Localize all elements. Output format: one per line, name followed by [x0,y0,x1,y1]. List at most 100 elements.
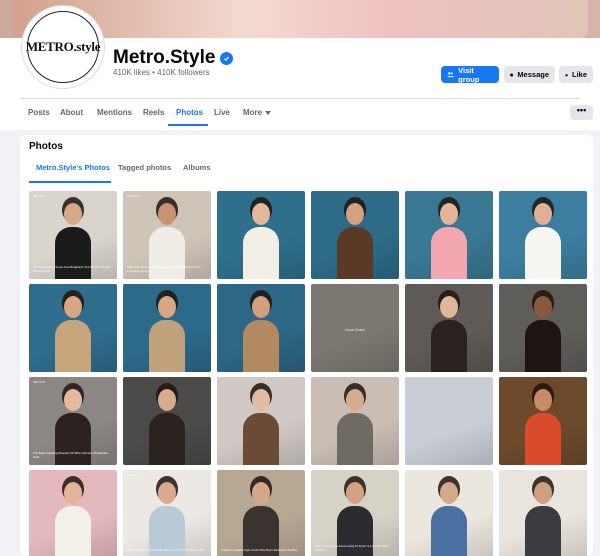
photo-subject-face [158,482,176,504]
photo-thumbnail[interactable] [405,284,493,372]
sub-tab-indicator [29,181,111,183]
tab-albums[interactable]: Albums [183,163,211,172]
photo-thumbnail[interactable] [217,377,305,465]
like-label: Like [571,70,587,79]
photo-thumbnail[interactable] [405,191,493,279]
group-icon [447,72,454,78]
avatar-logo: METRO.style [26,11,100,83]
tab-reels[interactable]: Reels [143,108,164,117]
photo-subject-face [440,296,458,318]
photo-logo: METRO [127,194,140,198]
caret-down-icon [265,110,272,115]
photo-thumbnail[interactable] [499,191,587,279]
photo-caption: The Most Stunning Beauties Of Miss Unive… [33,451,108,459]
photo-thumbnail[interactable]: METRO 10 Things About Seven Jose Burghard… [29,191,117,279]
photo-subject-face [158,296,176,318]
tab-live[interactable]: Live [214,108,230,117]
photo-logo: METRO [33,380,46,384]
photo-caption: Truth and Style: The Glamorous Gowns of … [127,548,204,552]
photo-thumbnail[interactable] [405,470,493,556]
photo-thumbnail[interactable]: METRO Truth and Style: The Glamorous Gown… [123,470,211,556]
photo-thumbnail[interactable] [29,470,117,556]
photo-thumbnail[interactable] [123,284,211,372]
tab-more-label: More [243,108,263,117]
photo-subject [337,413,373,465]
photo-thumbnail[interactable]: Tribute to Manila Style Icons Who Have R… [217,470,305,556]
photo-subject [431,227,467,279]
tab-page-photos[interactable]: Metro.Style's Photos [36,163,110,172]
page-title: Metro.Style [113,47,234,69]
photo-subject [149,413,185,465]
tab-posts[interactable]: Posts [28,108,50,117]
photo-subject-face [346,482,364,504]
photo-subject-face [440,482,458,504]
photo-subject-face [64,296,82,318]
photo-thumbnail[interactable] [311,377,399,465]
photo-thumbnail[interactable] [217,191,305,279]
photo-subject [525,227,561,279]
photo-subject-face [346,203,364,225]
avatar[interactable]: METRO.style [22,6,104,88]
photo-subject [525,320,561,372]
photo-subject [337,227,373,279]
photo-subject-face [64,203,82,225]
photo-thumbnail[interactable] [311,191,399,279]
photo-subject [431,506,467,556]
thumbs-up-icon [565,73,568,76]
tab-mentions[interactable]: Mentions [97,108,132,117]
tab-more[interactable]: More [243,108,272,117]
photo-subject-face [534,203,552,225]
photo-subject-face [252,482,270,504]
photo-grid: METRO 10 Things About Seven Jose Burghard… [29,191,587,556]
photo-thumbnail[interactable] [499,470,587,556]
photo-subject [431,320,467,372]
photo-caption: Tribute to Manila Style Icons Who Have R… [221,548,298,552]
photo-subject-face [158,203,176,225]
photo-subject [55,506,91,556]
photo-thumbnail[interactable]: Can These Celebs Keep Going In Style? A … [311,470,399,556]
photo-subject [243,227,279,279]
photo-subject-face [252,389,270,411]
photo-thumbnail[interactable] [499,284,587,372]
photo-thumbnail[interactable] [217,284,305,372]
photo-subject-face [252,203,270,225]
messenger-icon [510,72,514,77]
photo-subject [55,320,91,372]
photo-thumbnail[interactable] [123,377,211,465]
photo-thumbnail[interactable] [405,377,493,465]
photo-subject-face [346,389,364,411]
page-name-text: Metro.Style [113,47,216,68]
photo-caption: This Was The Plague Of Young Filipino We… [127,265,201,273]
visit-group-label: Visit group [458,65,480,84]
photo-subject-face [64,482,82,504]
tab-photos[interactable]: Photos [176,108,203,117]
photo-caption: Can These Celebs Keep Going In Style? A … [315,544,389,552]
photo-thumbnail[interactable] [29,284,117,372]
photo-logo: METRO [127,473,140,477]
divider [20,98,580,99]
photo-thumbnail[interactable] [499,377,587,465]
photo-subject-face [534,389,552,411]
message-button[interactable]: Message [504,66,555,83]
photo-caption: 10 Things About Seven Jose Burghardt, St… [33,265,111,273]
visit-group-button[interactable]: Visit group [441,65,499,84]
photo-subject-face [534,296,552,318]
photo-subject [243,320,279,372]
photo-subject-face [252,296,270,318]
more-options-button[interactable]: ••• [570,105,593,120]
photo-thumbnail[interactable]: METRO This Was The Plague Of Young Filipi… [123,191,211,279]
active-tab-indicator [168,124,208,126]
photo-logo: METRO [33,194,46,198]
photo-thumbnail[interactable]: METRO The Most Stunning Beauties Of Miss … [29,377,117,465]
photo-thumbnail[interactable]: Vocal Coach [311,284,399,372]
photo-subject-face [440,203,458,225]
tab-tagged-photos[interactable]: Tagged photos [118,163,171,172]
photo-subject-face [534,482,552,504]
photo-subject [149,320,185,372]
photo-subject [525,506,561,556]
photo-subject-face [158,389,176,411]
like-button[interactable]: Like [559,66,593,83]
tab-about[interactable]: About [60,108,83,117]
message-label: Message [517,70,549,79]
photos-section: Photos Metro.Style's Photos Tagged photo… [20,135,593,556]
